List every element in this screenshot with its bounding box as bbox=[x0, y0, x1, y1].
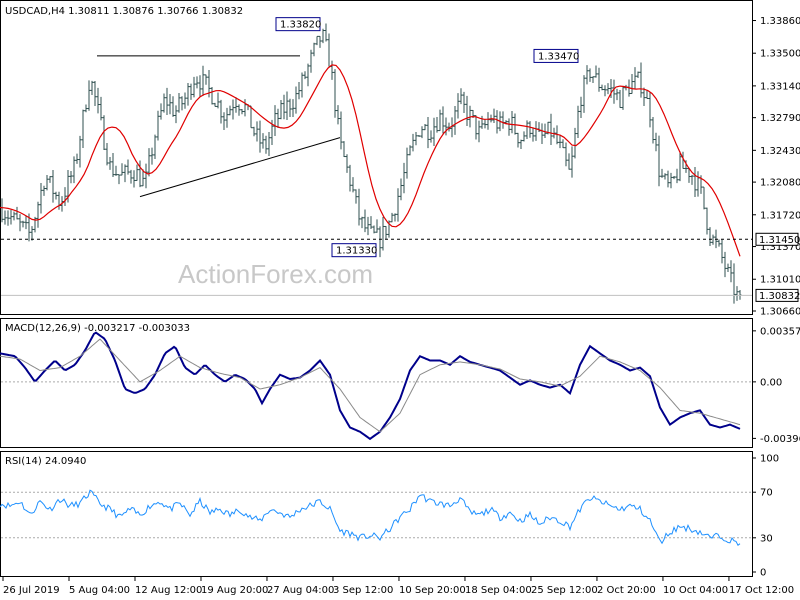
price-axis-label: 1.31010 bbox=[760, 275, 800, 286]
price-axis-label: 1.33500 bbox=[760, 49, 800, 60]
rsi-axis-label: 100 bbox=[760, 454, 779, 465]
time-axis-label: 19 Aug 20:00 bbox=[201, 585, 268, 596]
rsi-axis-label: 0 bbox=[760, 568, 766, 579]
price-chart-canvas: ActionForex.com 1.33820 1.33470 1.31330 1.… bbox=[0, 0, 800, 596]
macd-layer bbox=[0, 331, 752, 441]
rsi-axis-label: 30 bbox=[760, 533, 773, 544]
rsi-line bbox=[0, 489, 741, 546]
price-axis-label: 1.33140 bbox=[760, 81, 800, 92]
time-axis-label: 3 Sep 12:00 bbox=[333, 585, 393, 596]
rsi-axis-label: 70 bbox=[760, 488, 773, 499]
symbol-title: USDCAD,H4 1.30811 1.30876 1.30766 1.3083… bbox=[5, 6, 243, 17]
price-axis-label: 1.32430 bbox=[760, 146, 800, 157]
rsi-title: RSI(14) 24.0940 bbox=[5, 456, 86, 467]
axis-labels-layer: 1.33860 1.33500 1.33140 1.32790 1.32430 1.320… bbox=[2, 16, 800, 596]
macd-axis-label: -0.003966 bbox=[760, 434, 800, 445]
price-axis-label: 1.33860 bbox=[760, 16, 800, 27]
macd-axis-label: 0.00 bbox=[760, 377, 782, 388]
time-axis-label: 12 Aug 12:00 bbox=[135, 585, 202, 596]
time-axis-label: 10 Oct 04:00 bbox=[663, 585, 728, 596]
time-axis-label: 5 Aug 04:00 bbox=[69, 585, 130, 596]
time-axis-label: 25 Sep 12:00 bbox=[531, 585, 598, 596]
macd-axis-label: 0.003579 bbox=[760, 326, 800, 337]
price-axis-label: 1.32080 bbox=[760, 178, 800, 189]
time-axis-label: 27 Aug 04:00 bbox=[267, 585, 334, 596]
time-axis-label: 17 Oct 12:00 bbox=[729, 585, 794, 596]
macd-main-line bbox=[0, 331, 741, 441]
price-axis-label: 1.31720 bbox=[760, 210, 800, 221]
price-callout-label: 1.33470 bbox=[538, 51, 579, 62]
time-axis-label: 10 Sep 20:00 bbox=[399, 585, 466, 596]
time-axis-label: 2 Oct 20:00 bbox=[597, 585, 656, 596]
price-callout-label: 1.31330 bbox=[336, 246, 377, 257]
rsi-panel-frame bbox=[0, 451, 753, 577]
watermark: ActionForex.com bbox=[178, 259, 373, 289]
support-level-label: 1.31450 bbox=[759, 235, 800, 246]
price-axis-label: 1.30660 bbox=[760, 307, 800, 318]
time-axis-label: 26 Jul 2019 bbox=[3, 585, 60, 596]
last-price-label: 1.30832 bbox=[759, 291, 800, 302]
main-price-layer: 1.33820 1.33470 1.31330 bbox=[0, 17, 752, 304]
price-axis-label: 1.32790 bbox=[760, 113, 800, 124]
macd-title: MACD(12,26,9) -0.003217 -0.003033 bbox=[5, 323, 190, 334]
macd-panel-frame bbox=[0, 318, 753, 448]
rsi-layer bbox=[0, 489, 752, 546]
price-callout-label: 1.33820 bbox=[280, 20, 321, 31]
time-axis-label: 18 Sep 04:00 bbox=[465, 585, 532, 596]
